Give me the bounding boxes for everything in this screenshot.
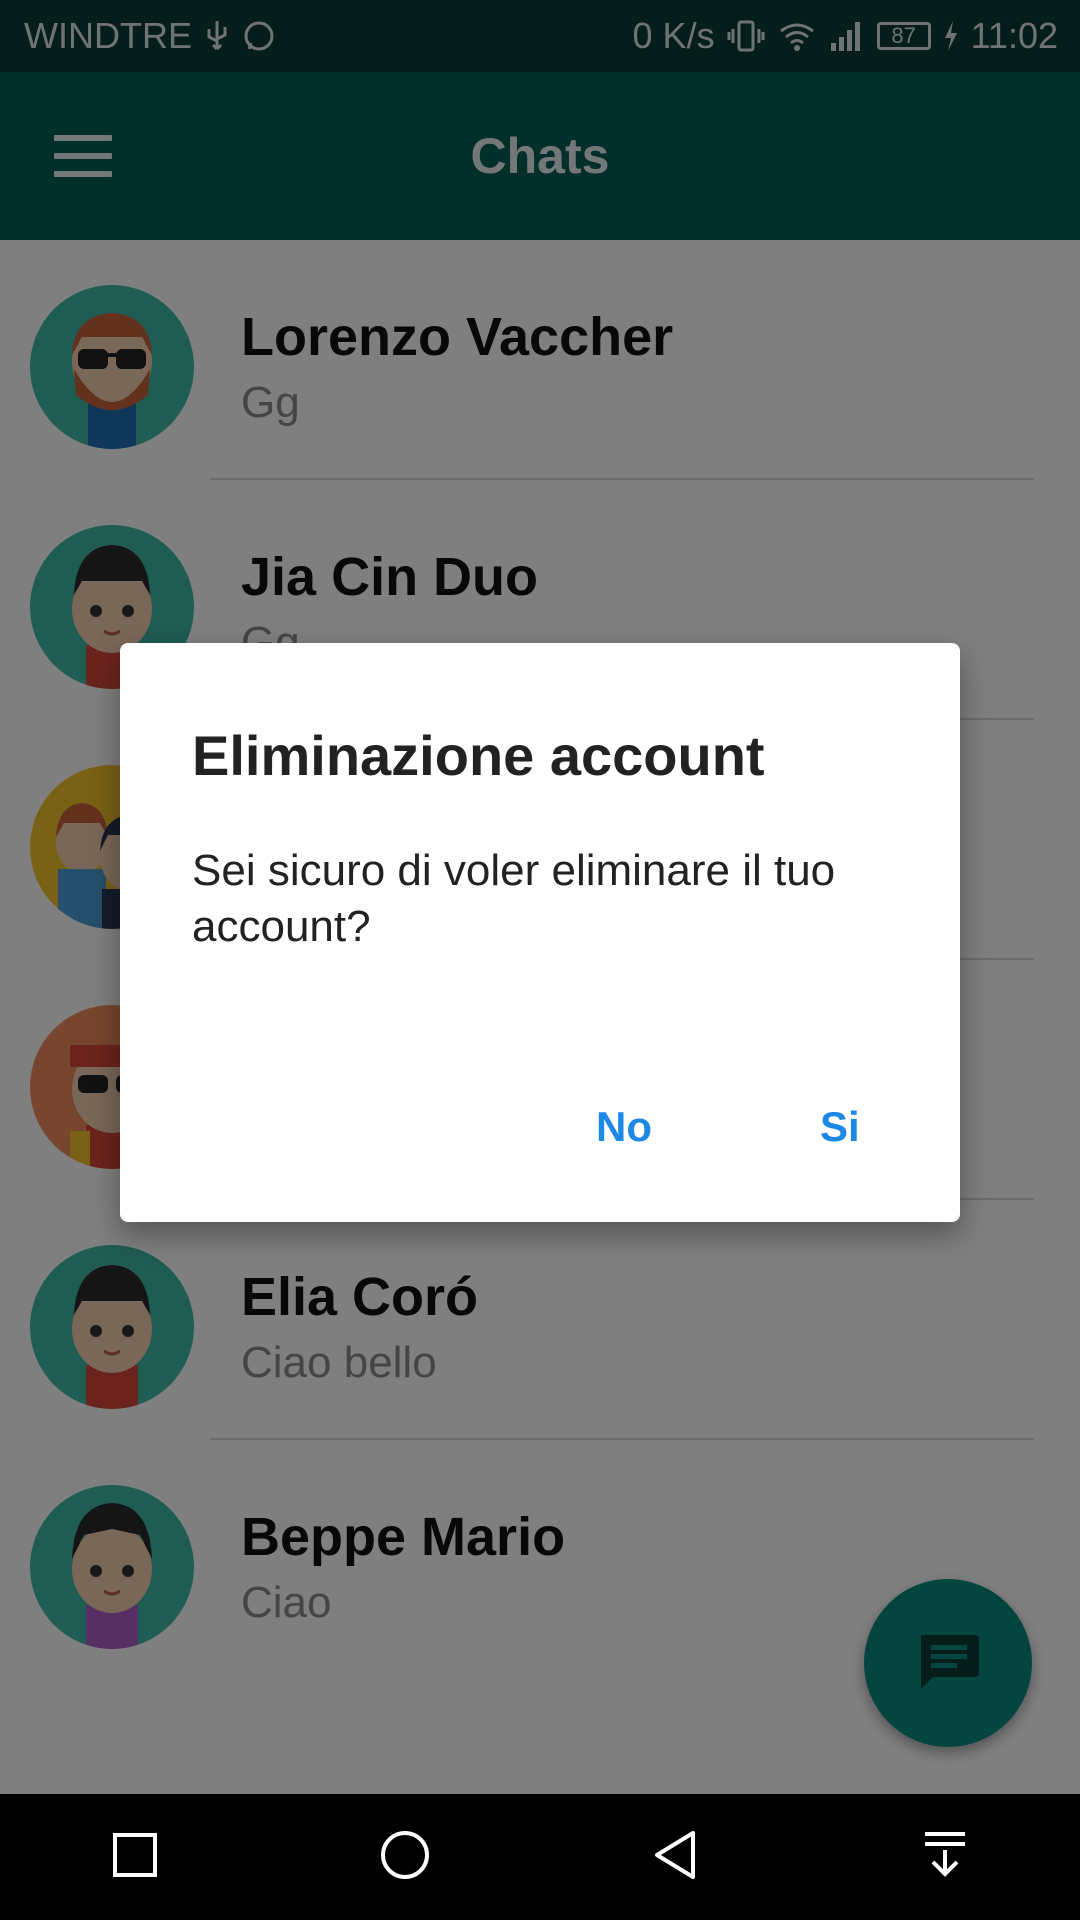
recents-square-icon	[111, 1831, 159, 1884]
dialog-message: Sei sicuro di voler eliminare il tuo acc…	[192, 846, 836, 951]
notification-pull-icon	[921, 1830, 969, 1885]
recents-button[interactable]	[75, 1797, 195, 1917]
dialog-title: Eliminazione account	[192, 724, 765, 787]
back-button[interactable]	[615, 1797, 735, 1917]
home-circle-icon	[379, 1829, 431, 1886]
notification-pull-button[interactable]	[885, 1797, 1005, 1917]
no-button[interactable]: No	[596, 1103, 652, 1151]
navigation-bar	[0, 1794, 1080, 1920]
yes-button[interactable]: Si	[820, 1103, 860, 1151]
back-triangle-icon	[651, 1829, 699, 1886]
delete-account-dialog: Eliminazione account Sei sicuro di voler…	[120, 643, 960, 1222]
home-button[interactable]	[345, 1797, 465, 1917]
